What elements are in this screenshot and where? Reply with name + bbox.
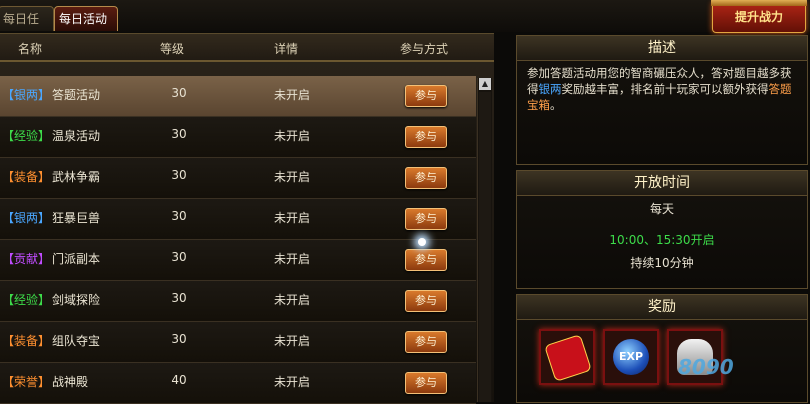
status-cell: 未开启 (273, 170, 310, 184)
table-row[interactable]: 【贡献】 门派副本 30 未开启 参与 (0, 240, 476, 281)
open-time-panel: 开放时间 每天 10:00、15:30开启 持续10分钟 (516, 170, 808, 289)
category-tag: 【贡献】 (2, 252, 51, 266)
category-tag: 【装备】 (2, 170, 51, 184)
activity-name-cell: 【银两】 答题活动 (2, 86, 100, 103)
category-tag: 【银两】 (2, 88, 51, 102)
description-title: 描述 (517, 36, 807, 61)
join-button[interactable]: 参与 (405, 167, 447, 189)
scroll-up-icon[interactable]: ▲ (479, 78, 491, 90)
activity-name-cell: 【银两】 狂暴巨兽 (2, 209, 100, 226)
open-duration: 持续10分钟 (630, 256, 694, 270)
button-ornament (711, 0, 807, 6)
reward-panel: 奖励 EXP (516, 294, 808, 403)
activity-name-cell: 【装备】 武林争霸 (2, 168, 100, 185)
category-tag: 【经验】 (2, 293, 51, 307)
level-cell: 40 (171, 373, 187, 387)
activity-name: 答题活动 (52, 88, 101, 102)
description-panel: 描述 参加答题活动用您的智商碾压众人，答对题目越多获得银两奖励越丰富，排名前十玩… (516, 35, 808, 165)
table-header: 名称 等级 详情 参与方式 (0, 34, 494, 62)
level-cell: 30 (171, 209, 187, 223)
activity-name-cell: 【装备】 组队夺宝 (2, 332, 100, 349)
join-button[interactable]: 参与 (405, 372, 447, 394)
boost-power-label: 提升战力 (734, 10, 783, 24)
category-tag: 【装备】 (2, 334, 51, 348)
table-row[interactable]: 【荣誉】 战神殿 40 未开启 参与 (0, 363, 476, 404)
activity-name: 狂暴巨兽 (52, 211, 101, 225)
activity-name: 剑域探险 (52, 293, 101, 307)
open-times: 10:00、15:30开启 (609, 233, 715, 247)
table-row[interactable]: 【装备】 武林争霸 30 未开启 参与 (0, 158, 476, 199)
join-button[interactable]: 参与 (405, 126, 447, 148)
table-row[interactable]: 【经验】 温泉活动 30 未开启 参与 (0, 117, 476, 158)
header-level: 等级 (160, 42, 185, 56)
activity-name: 组队夺宝 (52, 334, 101, 348)
activity-name-cell: 【荣誉】 战神殿 (2, 373, 88, 390)
join-button[interactable]: 参与 (405, 331, 447, 353)
header-details: 详情 (274, 42, 299, 56)
header-name: 名称 (18, 42, 43, 56)
level-cell: 30 (171, 168, 187, 182)
join-button[interactable]: 参与 (405, 249, 447, 271)
status-cell: 未开启 (273, 129, 310, 143)
silver-highlight: 银两 (538, 82, 562, 96)
open-frequency: 每天 (649, 202, 674, 216)
activity-name-cell: 【贡献】 门派副本 (2, 250, 100, 267)
level-cell: 30 (171, 291, 187, 305)
tab-daily-events[interactable]: 每日活动 (54, 6, 118, 31)
join-button[interactable]: 参与 (405, 85, 447, 107)
level-cell: 30 (171, 86, 187, 100)
status-cell: 未开启 (273, 293, 310, 307)
status-cell: 未开启 (273, 252, 310, 266)
activity-name: 温泉活动 (52, 129, 101, 143)
activity-name: 战神殿 (52, 375, 89, 389)
join-button[interactable]: 参与 (405, 208, 447, 230)
open-time-title: 开放时间 (517, 171, 807, 196)
scrollbar[interactable]: ▲ (477, 78, 492, 402)
scroll-track[interactable] (479, 92, 491, 402)
level-cell: 30 (171, 127, 187, 141)
header-join: 参与方式 (400, 42, 449, 56)
status-cell: 未开启 (273, 334, 310, 348)
table-row[interactable]: 【银两】 狂暴巨兽 30 未开启 参与 (0, 199, 476, 240)
join-button[interactable]: 参与 (405, 290, 447, 312)
activity-name: 武林争霸 (52, 170, 101, 184)
table-row[interactable]: 【经验】 剑域探险 30 未开启 参与 (0, 281, 476, 322)
reward-title: 奖励 (517, 295, 807, 320)
activity-name-cell: 【经验】 温泉活动 (2, 127, 100, 144)
tab-daily-tasks[interactable]: 每日任务 (0, 6, 54, 50)
activity-name-cell: 【经验】 剑域探险 (2, 291, 100, 308)
status-cell: 未开启 (273, 88, 310, 102)
activity-name: 门派副本 (52, 252, 101, 266)
level-cell: 30 (171, 332, 187, 346)
red-envelope-icon[interactable] (539, 329, 595, 385)
tab-bar: 每日任务 每日活动 提升战力 (0, 0, 810, 50)
boost-power-button[interactable]: 提升战力 (711, 0, 807, 33)
category-tag: 【银两】 (2, 211, 51, 225)
description-text-3: 。 (550, 98, 562, 112)
status-cell: 未开启 (273, 211, 310, 225)
exp-orb-icon[interactable]: EXP (603, 329, 659, 385)
table-row[interactable]: 【装备】 组队夺宝 30 未开启 参与 (0, 322, 476, 363)
status-cell: 未开启 (273, 375, 310, 389)
activity-list-panel: 名称 等级 详情 参与方式 【银两】 答题活动 30 未开启 参与 【经验】 温泉活动 30 未… (0, 33, 494, 404)
site-watermark: 8090 (678, 355, 734, 379)
table-row[interactable]: 【银两】 答题活动 30 未开启 参与 (0, 76, 476, 117)
level-cell: 30 (171, 250, 187, 264)
description-text: 参加答题活动用您的智商碾压众人，答对题目越多获得银两奖励越丰富，排名前十玩家可以… (517, 61, 807, 117)
category-tag: 【经验】 (2, 129, 51, 143)
category-tag: 【荣誉】 (2, 375, 51, 389)
sparkle-icon (418, 238, 426, 246)
activity-rows: 【银两】 答题活动 30 未开启 参与 【经验】 温泉活动 30 未开启 参与 【装备】 武林争霸 30… (0, 76, 476, 404)
description-text-2: 奖励越丰富，排名前十玩家可以额外获得 (561, 82, 769, 96)
